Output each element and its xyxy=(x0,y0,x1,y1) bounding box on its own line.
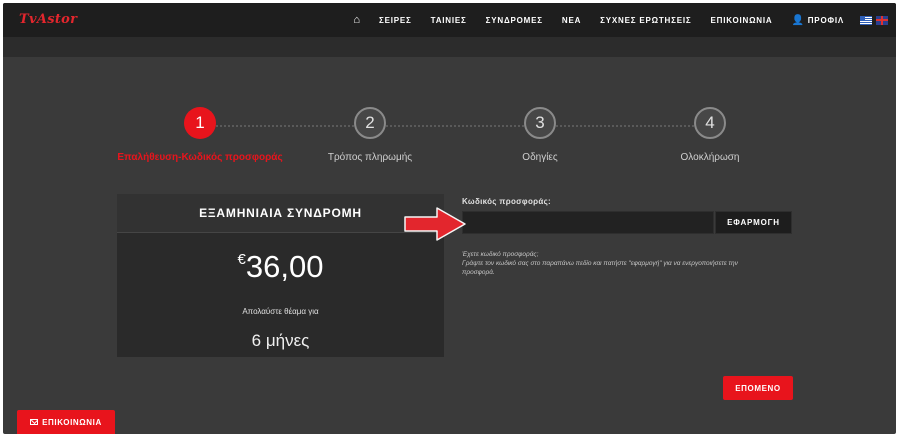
user-icon: 👤 xyxy=(791,14,805,26)
step-1-label: Επαλήθευση-Κωδικός προσφοράς xyxy=(117,152,283,163)
step-4-label: Ολοκλήρωση xyxy=(680,152,740,163)
mail-icon xyxy=(30,419,39,425)
page-frame: TvAstor ⌂ ΣΕΙΡΕΣ ΤΑΙΝΙΕΣ ΣΥΝΔΡΟΜΕΣ ΝΕΑ Σ… xyxy=(3,3,896,434)
next-button[interactable]: ΕΠΟΜΕΝΟ xyxy=(723,376,793,400)
nav-news[interactable]: ΝΕΑ xyxy=(562,16,581,25)
step-2-circle: 2 xyxy=(354,107,386,139)
promo-hint-question: Έχετε κωδικό προσφοράς; xyxy=(462,251,539,258)
nav-subscriptions[interactable]: ΣΥΝΔΡΟΜΕΣ xyxy=(486,16,543,25)
price-amount: 36,00 xyxy=(245,249,324,284)
language-switcher xyxy=(856,15,888,25)
nav-profile[interactable]: 👤 ΠΡΟΦΙΛ xyxy=(791,15,844,26)
promo-code-input[interactable] xyxy=(462,211,714,234)
plan-price: €36,00 xyxy=(117,249,444,285)
nav-contact[interactable]: ΕΠΙΚΟΙΝΩΝΙΑ xyxy=(711,16,773,25)
plan-description: Απολαύστε θέαμα για xyxy=(242,307,319,316)
home-icon[interactable]: ⌂ xyxy=(353,14,360,26)
apply-promo-button[interactable]: ΕΦΑΡΜΟΓΗ xyxy=(715,211,792,234)
uk-flag-icon[interactable] xyxy=(876,15,888,25)
step-4-circle: 4 xyxy=(694,107,726,139)
step-2-label: Τρόπος πληρωμής xyxy=(327,152,413,163)
top-navigation-bar: TvAstor ⌂ ΣΕΙΡΕΣ ΤΑΙΝΙΕΣ ΣΥΝΔΡΟΜΕΣ ΝΕΑ Σ… xyxy=(3,3,896,37)
contact-button[interactable]: ΕΠΙΚΟΙΝΩΝΙΑ xyxy=(17,410,115,434)
site-logo[interactable]: TvAstor xyxy=(19,12,77,27)
step-1-circle: 1 xyxy=(184,107,216,139)
arrow-icon xyxy=(404,207,466,241)
nav-faq[interactable]: ΣΥΧΝΕΣ ΕΡΩΤΗΣΕΙΣ xyxy=(600,16,691,25)
price-currency: € xyxy=(237,251,246,268)
step-connector xyxy=(386,125,524,127)
promo-hint: Έχετε κωδικό προσφοράς; Γράψτε τον κωδικ… xyxy=(462,250,752,277)
plan-title: ΕΞΑΜΗΝΙΑΙΑ ΣΥΝΔΡΟΜΗ xyxy=(117,194,444,233)
contact-button-label: ΕΠΙΚΟΙΝΩΝΙΑ xyxy=(42,417,102,427)
subscription-card: ΕΞΑΜΗΝΙΑΙΑ ΣΥΝΔΡΟΜΗ €36,00 Απολαύστε θέα… xyxy=(117,194,444,357)
step-3-label: Οδηγίες xyxy=(522,152,558,163)
step-3-circle: 3 xyxy=(524,107,556,139)
nav-movies[interactable]: ΤΑΙΝΙΕΣ xyxy=(431,16,467,25)
nav-profile-label: ΠΡΟΦΙΛ xyxy=(807,15,844,25)
main-nav: ⌂ ΣΕΙΡΕΣ ΤΑΙΝΙΕΣ ΣΥΝΔΡΟΜΕΣ ΝΕΑ ΣΥΧΝΕΣ ΕΡ… xyxy=(353,3,888,37)
plan-duration: 6 μήνες xyxy=(251,331,310,350)
step-connector xyxy=(216,125,354,127)
nav-series[interactable]: ΣΕΙΡΕΣ xyxy=(379,16,412,25)
sub-header-bar xyxy=(3,37,896,57)
promo-hint-instructions: Γράψτε τον κωδικό σας στο παραπάνω πεδίο… xyxy=(462,260,738,276)
step-connector xyxy=(556,125,694,127)
promo-code-label: Κωδικός προσφοράς: xyxy=(462,197,552,206)
greek-flag-icon[interactable] xyxy=(860,15,872,25)
